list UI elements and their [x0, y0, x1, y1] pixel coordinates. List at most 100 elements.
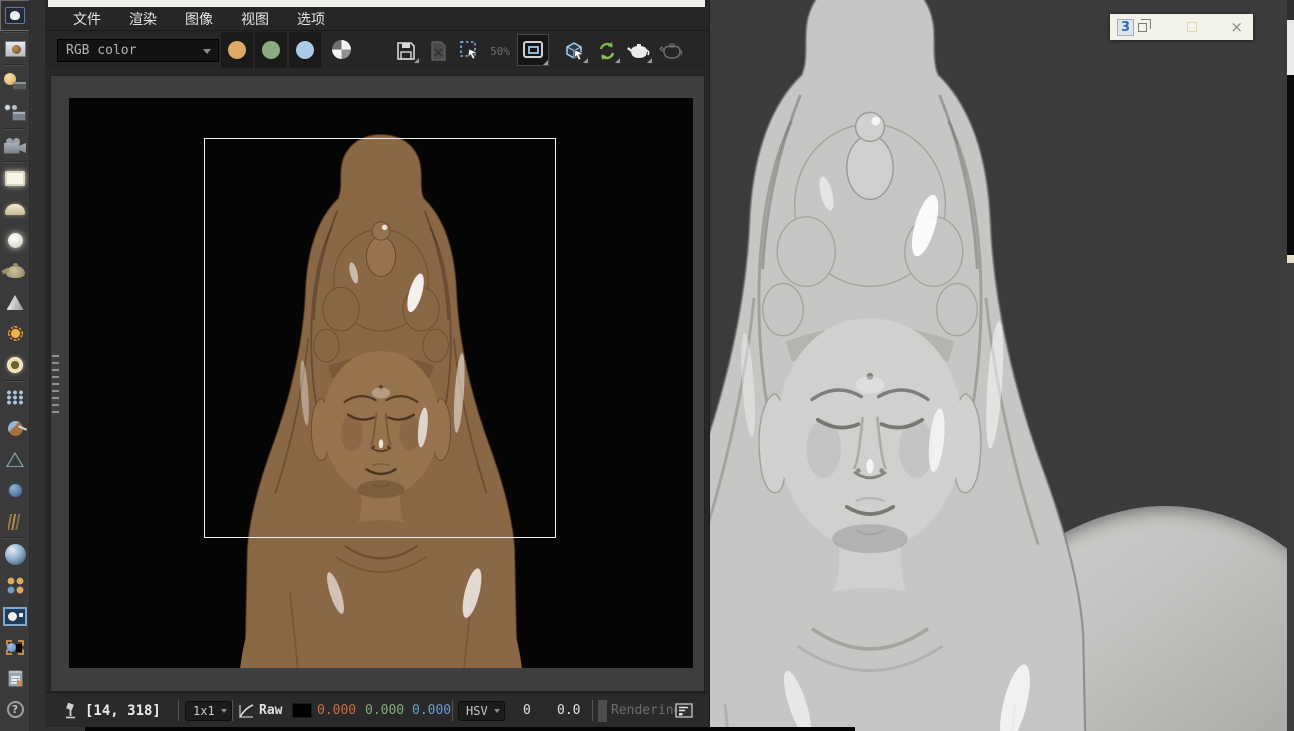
zoom-label: 50% — [490, 45, 510, 58]
stop-render-button[interactable] — [658, 38, 686, 64]
progress-chip — [598, 693, 607, 728]
menubar: 文件 渲染 图像 视图 选项 — [45, 7, 709, 31]
sphere-light-icon — [8, 233, 23, 248]
clear-image-button[interactable] — [424, 38, 452, 64]
dome-light-button[interactable] — [0, 194, 30, 225]
menu-view[interactable]: 视图 — [227, 9, 283, 29]
rendered-image[interactable] — [69, 98, 693, 668]
picked-color-swatch — [293, 693, 311, 728]
zoom-50-button[interactable]: 50% — [486, 38, 514, 64]
raw-label: Raw — [259, 693, 282, 728]
raw-blue-value: 0.000 — [412, 693, 451, 728]
help-button[interactable] — [0, 694, 30, 725]
color-space-dropdown[interactable]: HSV — [458, 693, 505, 728]
ring-light-icon — [7, 357, 23, 373]
notes-clipboard-icon — [8, 670, 23, 687]
window-title-strip[interactable] — [48, 0, 705, 7]
camera-gizmo-button[interactable] — [0, 444, 30, 475]
chevron-down-icon — [203, 49, 211, 58]
maximize-icon[interactable] — [1187, 22, 1197, 32]
hsv-value-2: 0.0 — [557, 693, 580, 728]
restore-window-icon[interactable] — [1138, 23, 1147, 32]
frame-buffer-window: 文件 渲染 图像 视图 选项 RGB color — [45, 0, 710, 727]
help-icon — [7, 701, 24, 718]
geo-sphere-button[interactable] — [0, 475, 30, 506]
refresh-arrows-icon — [595, 39, 619, 63]
view-frame-button[interactable] — [517, 34, 549, 66]
color-spheres-button[interactable] — [0, 570, 30, 601]
green-channel-icon — [262, 41, 280, 59]
slate-material-editor-icon — [5, 609, 25, 624]
sun-light-button[interactable] — [0, 318, 30, 349]
raw-red-value: 0.000 — [317, 693, 356, 728]
fur-grass-icon — [8, 514, 23, 530]
green-channel-button[interactable] — [255, 32, 287, 68]
separator — [232, 700, 233, 721]
chevron-down-icon — [221, 709, 227, 716]
slate-material-editor-button[interactable] — [0, 601, 30, 632]
red-channel-icon — [228, 41, 246, 59]
light-lister-button[interactable] — [0, 66, 30, 97]
menu-image[interactable]: 图像 — [171, 9, 227, 29]
color-space-value: HSV — [466, 704, 488, 718]
light-lister-icon — [4, 73, 26, 91]
pixel-scale-dropdown[interactable]: 1x1 — [185, 693, 232, 728]
cone-light-button[interactable] — [0, 287, 30, 318]
region-select-tool-button[interactable] — [0, 632, 30, 663]
mono-channel-button[interactable] — [332, 40, 351, 59]
curves-icon[interactable] — [238, 693, 255, 728]
close-icon[interactable]: × — [1230, 20, 1243, 35]
edge-segment — [1287, 75, 1294, 255]
physical-camera-button[interactable] — [0, 130, 30, 161]
teapot-primitive-button[interactable] — [0, 256, 30, 287]
3dsmax-logo-icon: 3 — [1117, 19, 1134, 36]
material-preview-icon — [5, 544, 26, 565]
render-teapot-icon — [626, 39, 652, 63]
render-object-select-button[interactable] — [561, 38, 589, 64]
channel-dropdown[interactable]: RGB color — [57, 39, 219, 62]
camera-gizmo-icon — [6, 452, 24, 467]
cube-cursor-icon — [563, 39, 587, 63]
edge-segment — [1287, 20, 1294, 75]
instance-array-button[interactable] — [0, 382, 30, 413]
menu-file[interactable]: 文件 — [59, 9, 115, 29]
physical-camera-icon — [4, 138, 26, 154]
plane-light-icon — [5, 171, 25, 186]
render-button[interactable] — [625, 38, 653, 64]
sun-light-icon — [8, 326, 23, 341]
plane-light-button[interactable] — [0, 163, 30, 194]
clear-document-icon — [427, 40, 449, 62]
material-preview-button[interactable] — [0, 539, 30, 570]
color-spheres-icon — [7, 577, 24, 594]
notes-clipboard-button[interactable] — [0, 663, 30, 694]
menu-render[interactable]: 渲染 — [115, 9, 171, 29]
camera-lister-button[interactable] — [0, 97, 30, 128]
save-image-button[interactable] — [392, 38, 420, 64]
pixel-pin-icon[interactable] — [63, 693, 78, 728]
image-viewer-button[interactable] — [0, 33, 30, 64]
right-edge-panel — [1287, 0, 1294, 731]
floating-titlebar: 3 × — [1110, 14, 1253, 40]
floppy-icon — [395, 40, 417, 62]
render-region-rectangle[interactable] — [204, 138, 556, 538]
instance-array-icon — [6, 390, 24, 405]
blue-channel-button[interactable] — [289, 32, 321, 68]
sphere-light-button[interactable] — [0, 225, 30, 256]
separator — [178, 700, 179, 721]
pixel-coordinates: [14, 318] — [85, 693, 161, 728]
render-view-button[interactable] — [0, 0, 30, 31]
hsv-value-1: 0 — [523, 693, 531, 728]
region-render-button[interactable] — [456, 38, 484, 64]
red-channel-button[interactable] — [221, 32, 253, 68]
render-last-button[interactable] — [593, 38, 621, 64]
ring-light-button[interactable] — [0, 349, 30, 380]
log-icon[interactable] — [675, 693, 693, 728]
fur-grass-button[interactable] — [0, 506, 30, 537]
3d-viewport[interactable] — [706, 0, 1287, 731]
material-ball-button[interactable] — [0, 413, 30, 444]
region-select-icon — [458, 39, 482, 63]
menu-options[interactable]: 选项 — [283, 9, 339, 29]
separator — [452, 700, 453, 721]
window-grip[interactable] — [52, 355, 59, 413]
raw-green-value: 0.000 — [365, 693, 404, 728]
